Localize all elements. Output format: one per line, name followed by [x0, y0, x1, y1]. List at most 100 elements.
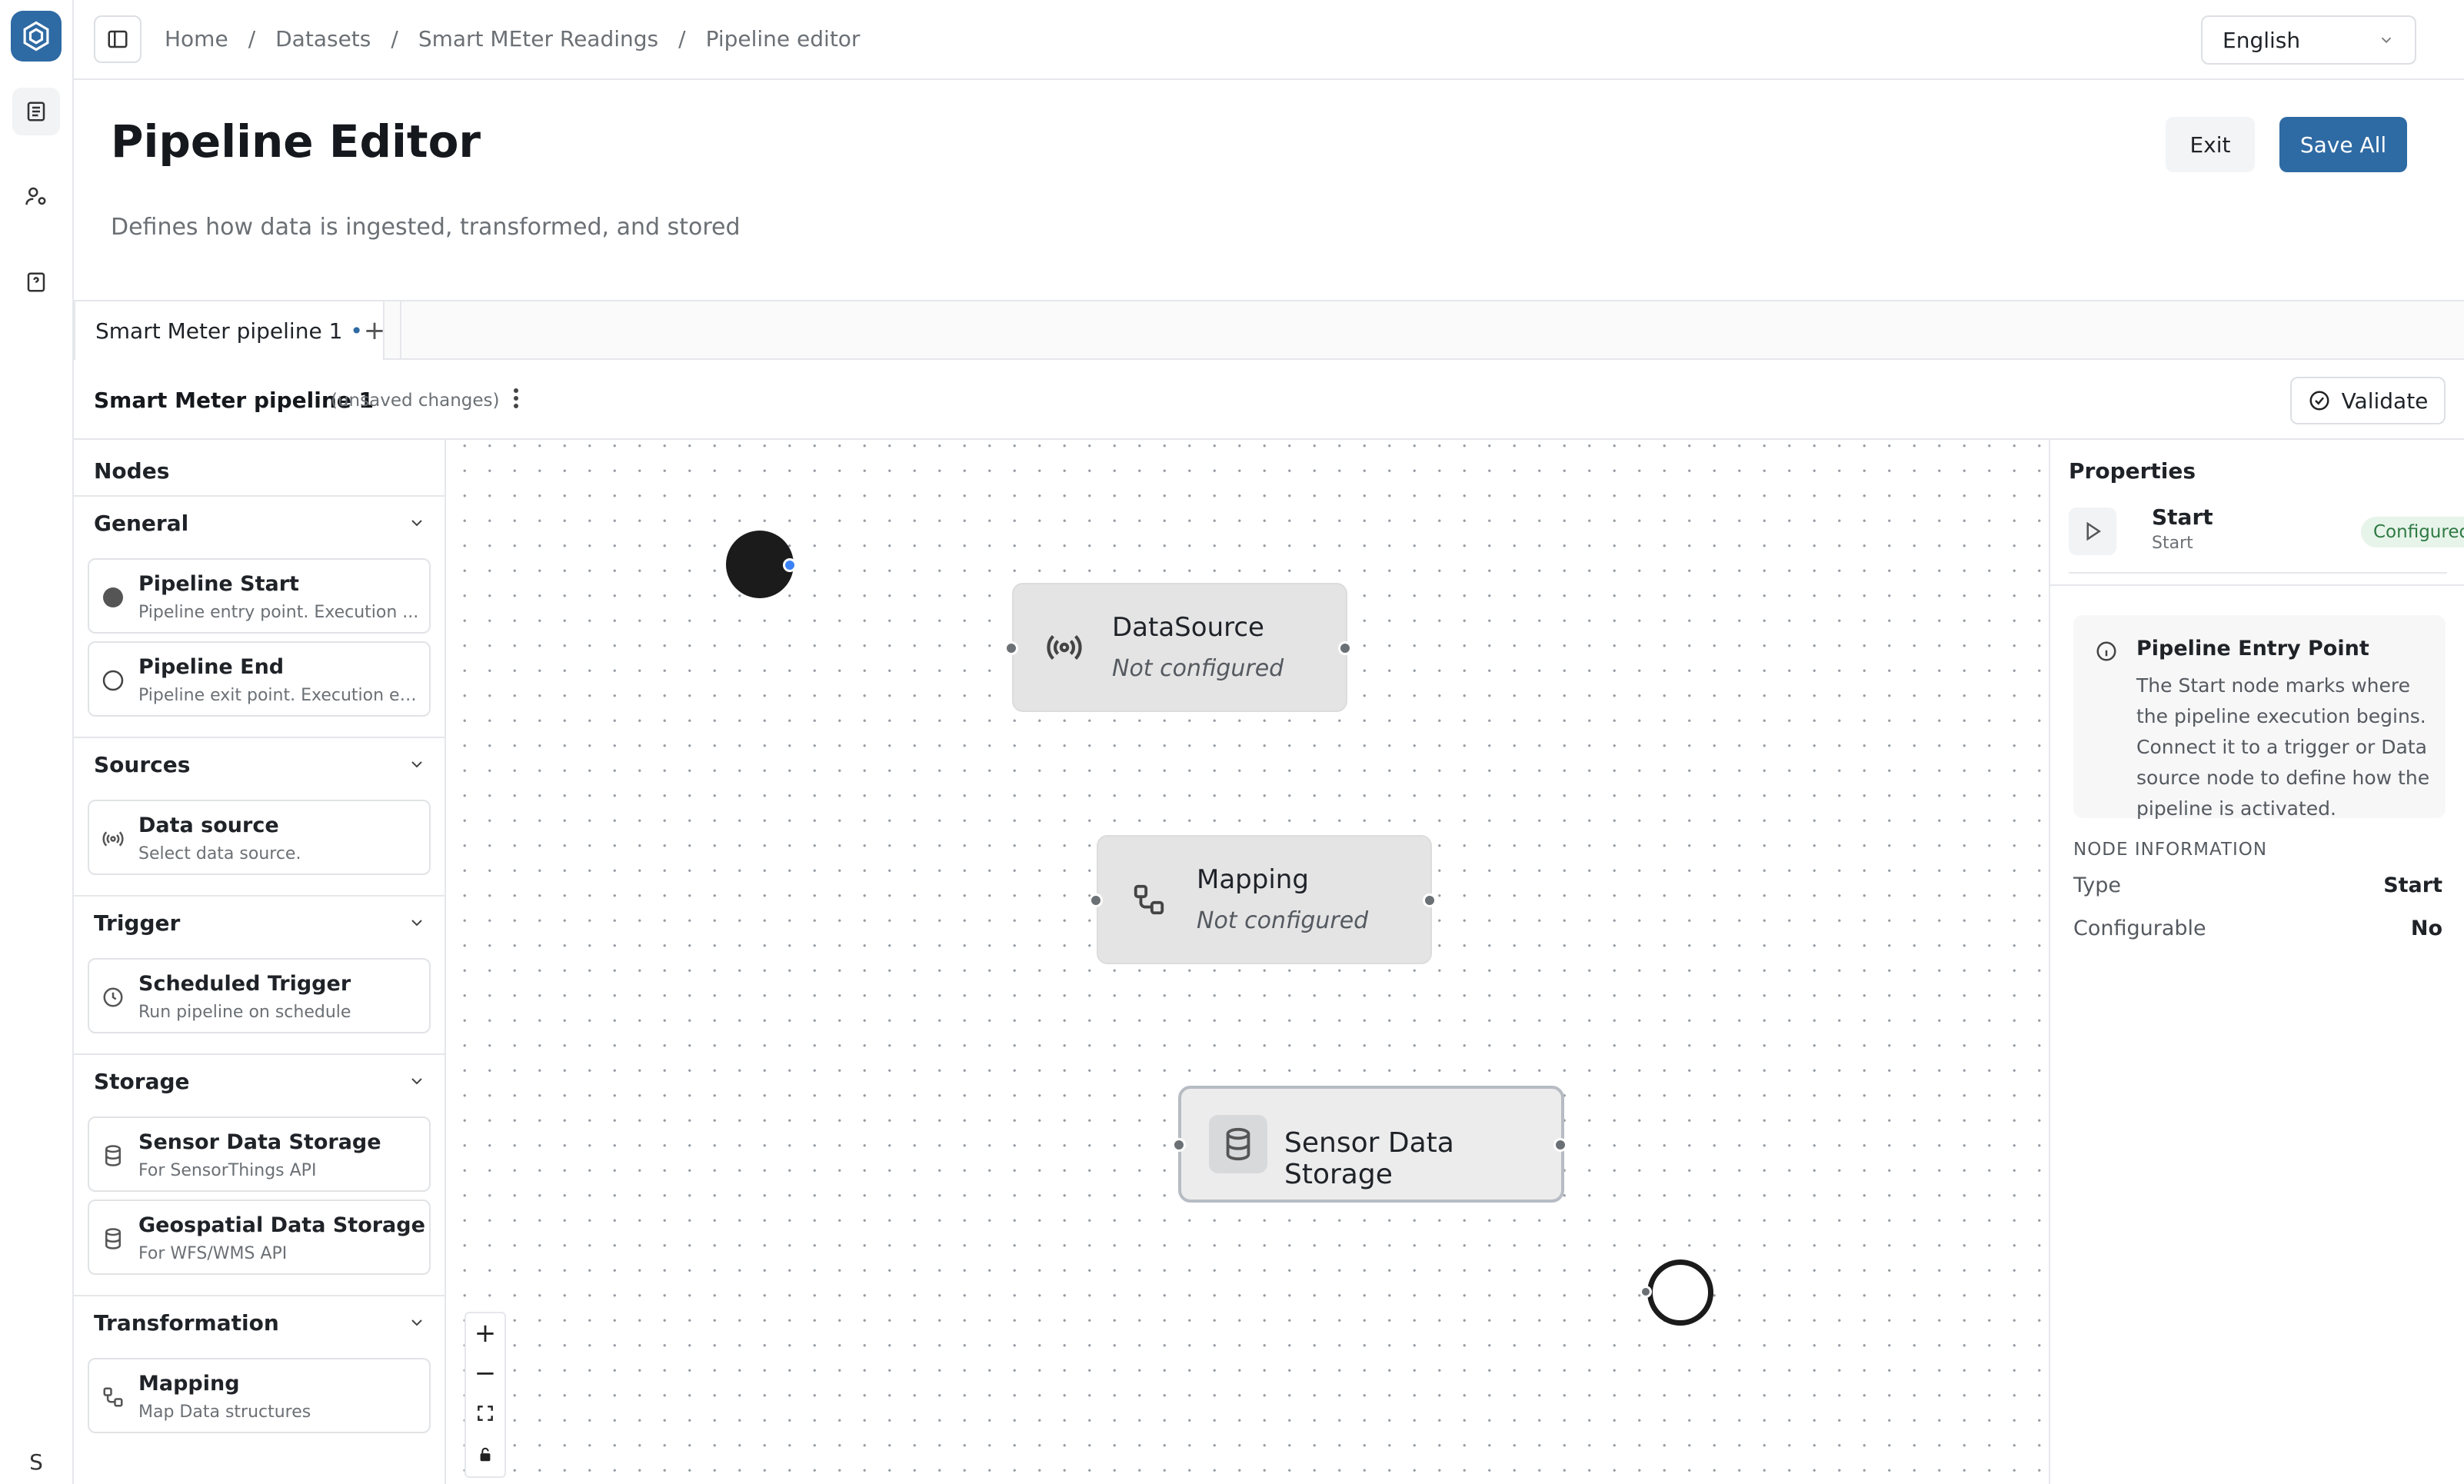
sensor-data-storage-node[interactable]: Sensor Data Storage — [1178, 1086, 1564, 1203]
zoom-in-button[interactable]: + — [466, 1313, 504, 1353]
empty-circle-icon — [100, 667, 126, 694]
lock-icon[interactable] — [466, 1435, 504, 1475]
section-storage[interactable]: Storage — [74, 1053, 446, 1107]
page-title: Pipeline Editor — [111, 115, 481, 168]
palette-item-pipeline-start[interactable]: Pipeline Start Pipeline entry point. Exe… — [88, 558, 431, 634]
add-tab-button[interactable]: + — [349, 301, 401, 360]
breadcrumb-datasets[interactable]: Datasets — [275, 26, 371, 52]
breadcrumb-home[interactable]: Home — [165, 26, 228, 52]
node-title: Sensor Data Storage — [1284, 1127, 1454, 1190]
mapping-output-handle[interactable] — [1423, 893, 1437, 907]
validate-label: Validate — [2341, 388, 2429, 414]
breadcrumb-separator: / — [248, 26, 256, 52]
datasource-output-handle[interactable] — [1338, 641, 1352, 655]
palette-item-name: Geospatial Data Storage — [138, 1213, 425, 1237]
node-status: Not configured — [1197, 907, 1369, 934]
type-key: Type — [2073, 873, 2122, 897]
selected-node-type: Start — [2152, 534, 2193, 553]
broadcast-icon — [100, 826, 126, 852]
selected-node-name: Start — [2152, 504, 2213, 530]
chevron-down-icon — [411, 1078, 422, 1085]
nodes-palette: Nodes General Pipeline Start Pipeline en… — [74, 440, 446, 1484]
section-title: General — [94, 510, 189, 536]
palette-title: Nodes — [94, 458, 170, 484]
zoom-out-button[interactable]: − — [466, 1353, 504, 1393]
configurable-key: Configurable — [2073, 917, 2206, 940]
palette-item-scheduled-trigger[interactable]: Scheduled Trigger Run pipeline on schedu… — [88, 958, 431, 1033]
chevron-down-icon — [411, 761, 422, 768]
app-rail: S — [0, 0, 74, 1484]
storage-input-handle[interactable] — [1172, 1138, 1186, 1152]
palette-item-name: Sensor Data Storage — [138, 1130, 381, 1154]
info-icon — [2093, 638, 2119, 664]
fit-view-icon[interactable] — [466, 1393, 504, 1433]
database-icon — [100, 1143, 126, 1169]
info-box: Pipeline Entry Point The Start node mark… — [2073, 615, 2446, 820]
palette-item-pipeline-end[interactable]: Pipeline End Pipeline exit point. Execut… — [88, 641, 431, 717]
user-avatar[interactable]: S — [14, 1439, 58, 1484]
node-title: DataSource — [1112, 612, 1264, 643]
breadcrumb-dataset[interactable]: Smart MEter Readings — [418, 26, 658, 52]
sidebar-toggle-icon[interactable] — [94, 15, 142, 63]
section-title: Storage — [94, 1068, 190, 1094]
mapping-icon — [100, 1384, 126, 1410]
selected-node-header: Start Start Configured — [2069, 500, 2464, 574]
breadcrumb-separator: / — [391, 26, 398, 52]
exit-button[interactable]: Exit — [2166, 117, 2255, 172]
section-title: Sources — [94, 751, 191, 777]
configurable-value: No — [2410, 917, 2442, 940]
type-value: Start — [2383, 873, 2442, 897]
mapping-icon — [1129, 880, 1169, 920]
unsaved-status: (unsaved changes) — [331, 391, 500, 411]
help-nav-icon[interactable] — [12, 258, 60, 306]
palette-item-desc: For SensorThings API — [138, 1161, 317, 1180]
status-badge: Configured — [2361, 517, 2464, 547]
tab-label: Smart Meter pipeline 1 — [95, 318, 343, 344]
palette-item-mapping[interactable]: Mapping Map Data structures — [88, 1358, 431, 1433]
language-select[interactable]: English — [2201, 15, 2416, 65]
end-node-input-handle[interactable] — [1640, 1286, 1652, 1298]
divider — [2050, 584, 2464, 586]
tab-smart-meter-pipeline-1[interactable]: Smart Meter pipeline 1 • — [74, 301, 385, 360]
datasets-nav-icon[interactable] — [12, 88, 60, 135]
palette-item-sensor-data-storage[interactable]: Sensor Data Storage For SensorThings API — [88, 1116, 431, 1192]
section-sources[interactable]: Sources — [74, 737, 446, 790]
database-icon — [1209, 1115, 1267, 1173]
section-trigger[interactable]: Trigger — [74, 895, 446, 949]
palette-item-data-source[interactable]: Data source Select data source. — [88, 800, 431, 875]
start-node-output-handle[interactable] — [783, 558, 797, 572]
palette-item-name: Mapping — [138, 1372, 240, 1396]
section-general[interactable]: General — [74, 495, 446, 549]
node-information-label: NODE INFORMATION — [2073, 840, 2268, 860]
breadcrumb: Home / Datasets / Smart MEter Readings /… — [165, 26, 860, 52]
app-logo-icon[interactable] — [11, 11, 62, 62]
user-settings-nav-icon[interactable] — [12, 172, 60, 220]
end-node[interactable] — [1647, 1259, 1713, 1326]
database-icon — [100, 1226, 126, 1252]
palette-item-desc: Select data source. — [138, 844, 301, 863]
mapping-node[interactable]: Mapping Not configured — [1097, 835, 1432, 964]
pipeline-toolbar: Smart Meter pipeline 1 (unsaved changes)… — [74, 360, 2464, 440]
palette-item-desc: Map Data structures — [138, 1402, 311, 1422]
info-title: Pipeline Entry Point — [2136, 637, 2369, 660]
clock-icon — [100, 984, 126, 1010]
datasource-input-handle[interactable] — [1004, 641, 1018, 655]
chevron-down-icon — [2381, 37, 2392, 44]
datasource-node[interactable]: DataSource Not configured — [1012, 583, 1347, 712]
page-description: Defines how data is ingested, transforme… — [111, 214, 741, 241]
save-all-button[interactable]: Save All — [2279, 117, 2407, 172]
palette-item-geospatial-data-storage[interactable]: Geospatial Data Storage For WFS/WMS API — [88, 1200, 431, 1275]
pipeline-tabs: Smart Meter pipeline 1 • + — [74, 301, 2464, 360]
more-options-icon[interactable] — [504, 383, 528, 414]
filled-circle-icon — [100, 584, 126, 611]
chevron-down-icon — [411, 1319, 422, 1326]
properties-title: Properties — [2069, 458, 2196, 484]
palette-item-name: Scheduled Trigger — [138, 972, 351, 996]
validate-button[interactable]: Validate — [2290, 377, 2446, 424]
pipeline-canvas[interactable]: DataSource Not configured Mapping Not co… — [446, 440, 2049, 1484]
check-circle-icon — [2309, 391, 2329, 411]
storage-output-handle[interactable] — [1553, 1138, 1567, 1152]
section-transformation[interactable]: Transformation — [74, 1295, 446, 1349]
mapping-input-handle[interactable] — [1089, 893, 1103, 907]
palette-item-name: Pipeline End — [138, 655, 285, 679]
